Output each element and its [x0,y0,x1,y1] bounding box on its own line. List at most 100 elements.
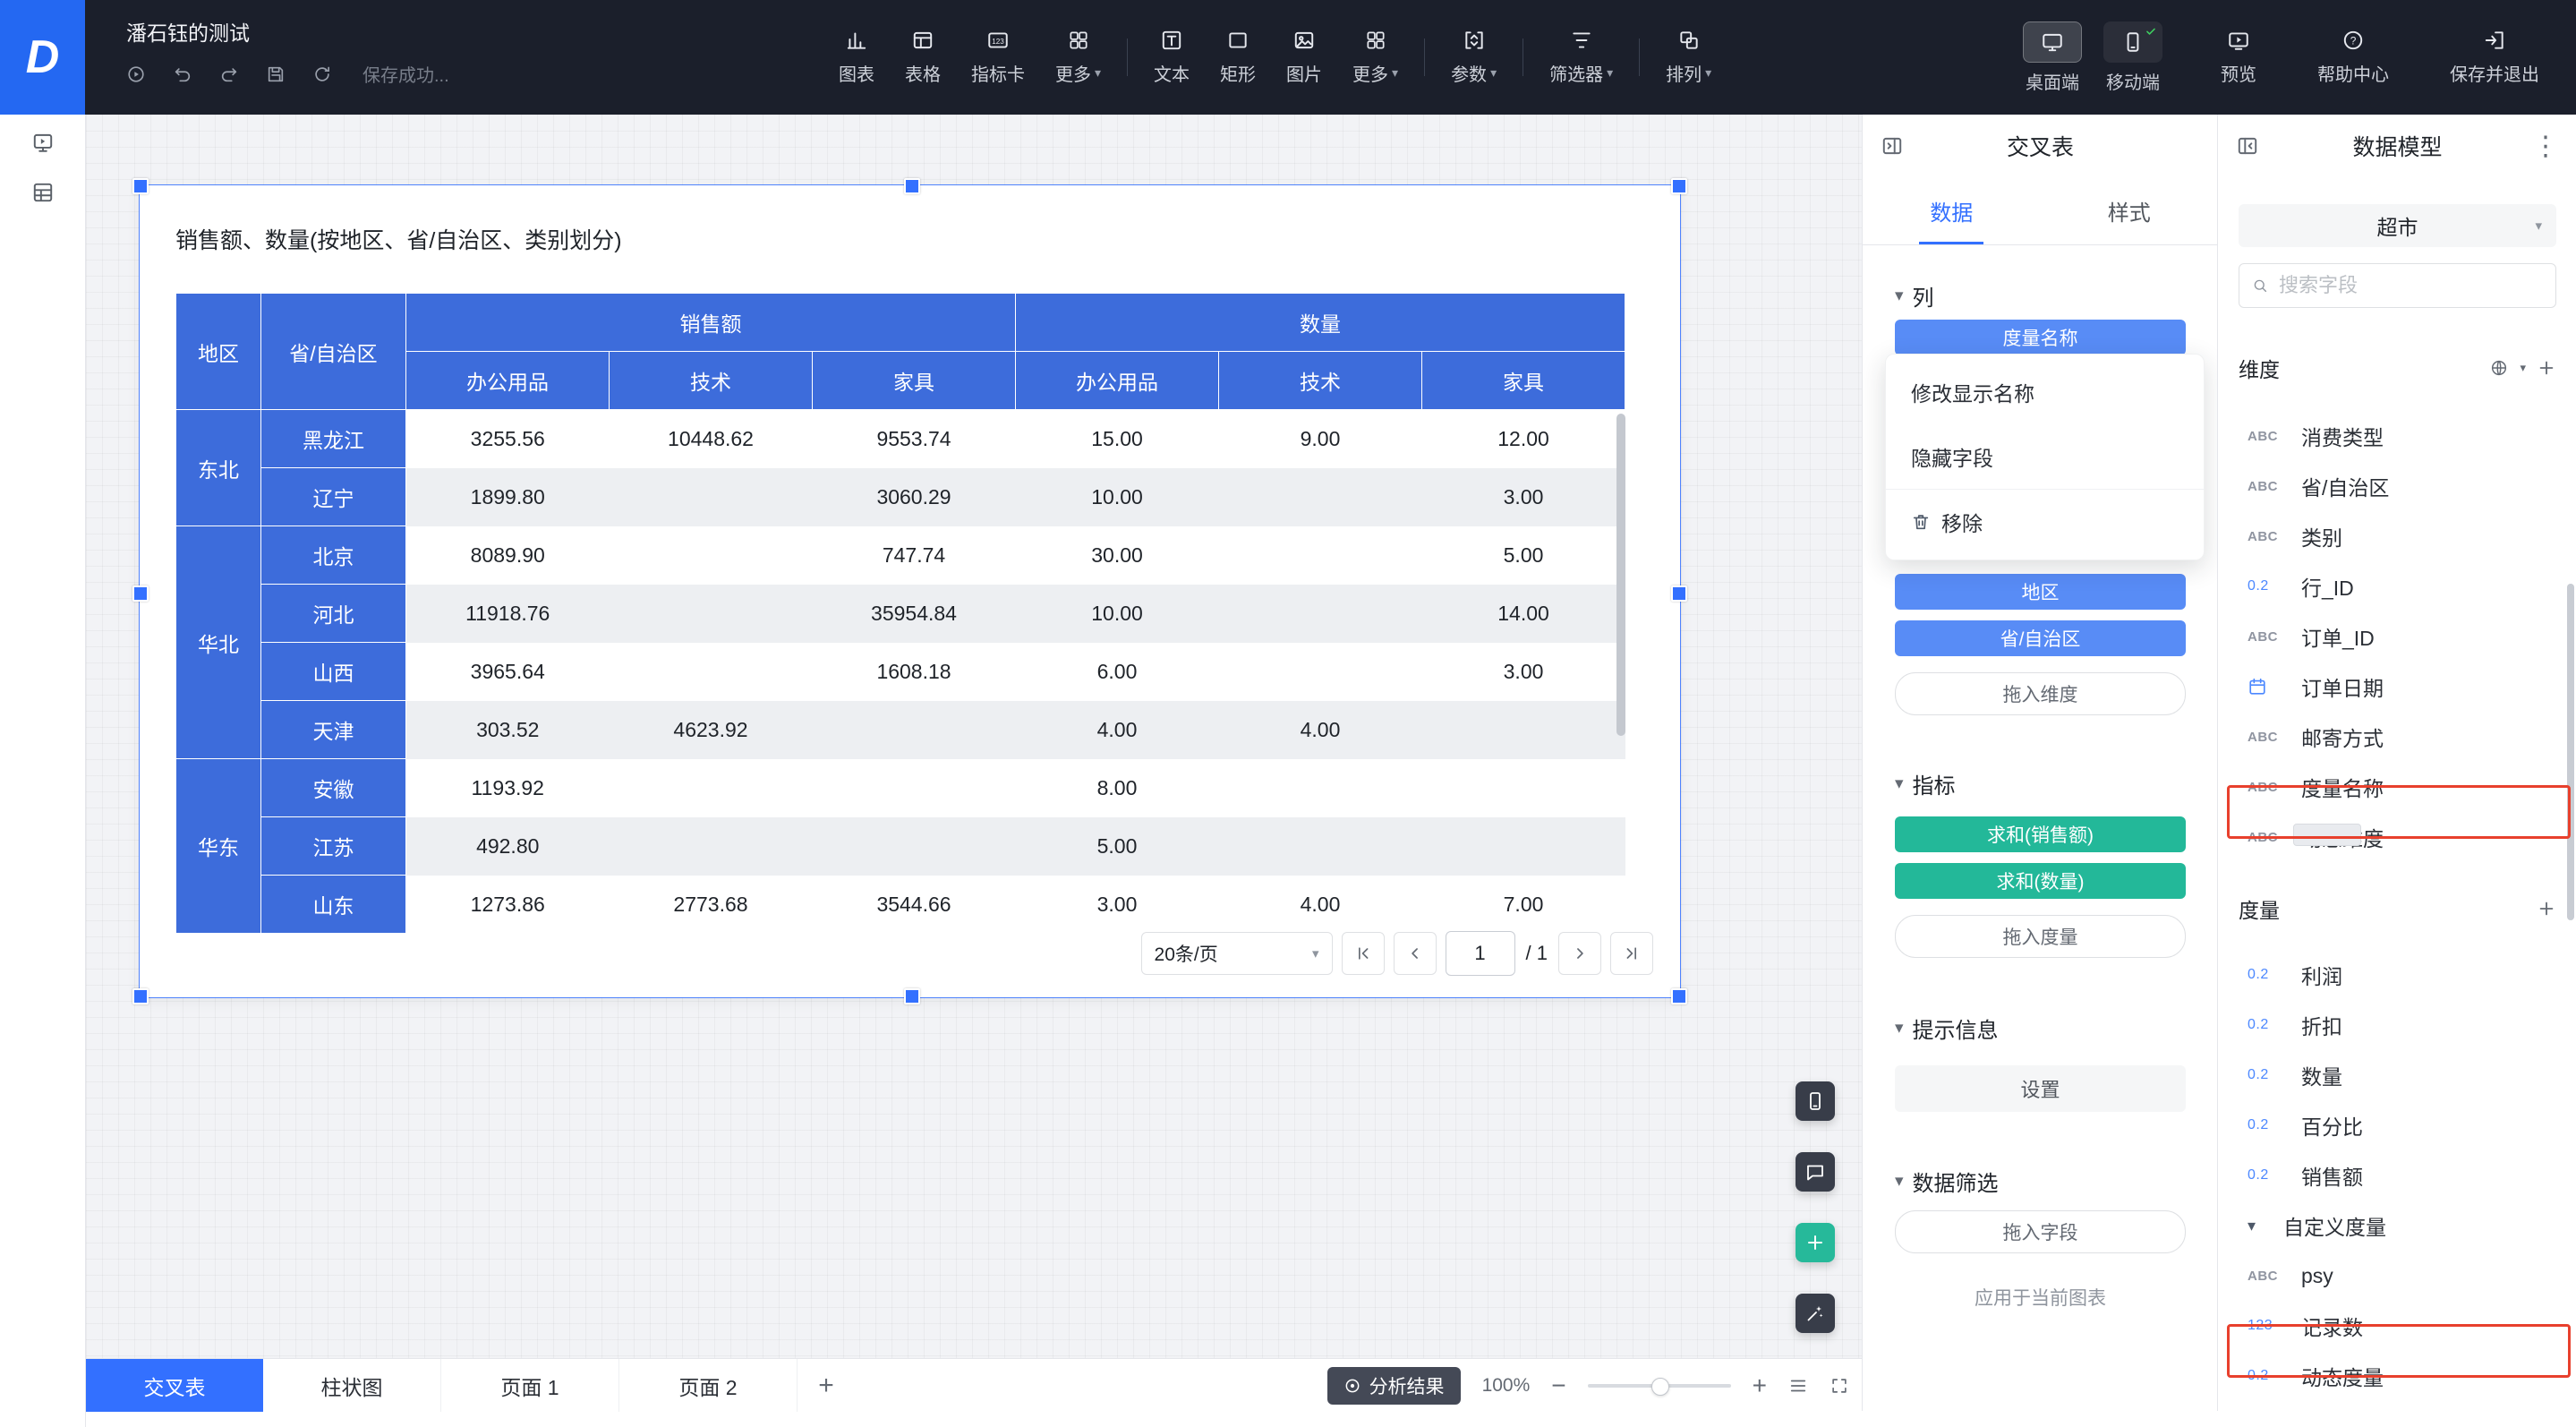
mobile-mode-button[interactable] [2103,21,2162,63]
dataset-select[interactable]: 超市 ▾ [2239,204,2556,247]
field-item[interactable]: ABC 省/自治区 [2239,461,2556,511]
section-columns[interactable]: ▾ 列 [1895,282,2186,309]
last-page-button[interactable] [1610,932,1653,975]
zoom-slider-knob[interactable] [1651,1378,1669,1396]
zoom-slider[interactable] [1588,1384,1731,1388]
analysis-result-button[interactable]: 分析结果 [1327,1367,1461,1405]
first-page-button[interactable] [1342,932,1385,975]
drop-measure-zone[interactable]: 拖入度量 [1895,915,2186,958]
run-icon[interactable] [126,64,146,84]
resize-handle[interactable] [904,988,920,1004]
expand-panel-icon[interactable] [2236,134,2259,158]
metric-pill-qty[interactable]: 求和(数量) [1895,863,2186,899]
insert-chart-button[interactable]: 图表 [823,29,890,86]
page-input[interactable] [1446,931,1515,976]
redo-icon[interactable] [219,64,239,84]
add-page-button[interactable]: + [798,1359,855,1412]
field-item[interactable]: 0.2 利润 [2239,950,2556,1000]
page-tab-page1[interactable]: 页面 1 [441,1359,619,1412]
tab-style[interactable]: 样式 [2041,177,2219,244]
field-item[interactable]: 订单日期 [2239,662,2556,712]
comment-button[interactable] [1796,1152,1835,1192]
section-data-filter[interactable]: ▾ 数据筛选 [1895,1167,2186,1194]
preview-button[interactable]: 预览 [2205,29,2272,86]
prev-page-button[interactable] [1394,932,1437,975]
globe-icon[interactable] [2489,358,2509,378]
field-item[interactable]: ABC psy [2239,1251,2556,1301]
field-item[interactable]: 0.2 数量 [2239,1050,2556,1100]
undo-icon[interactable] [173,64,192,84]
field-item[interactable]: 0.2 折扣 [2239,1000,2556,1050]
menu-item-remove[interactable]: 移除 [1886,490,2204,554]
insert-rectangle-button[interactable]: 矩形 [1205,29,1271,86]
add-dimension-icon[interactable] [2537,358,2556,378]
field-item-dynamic-dimension[interactable]: ABC 动态维度 [2239,812,2556,862]
refresh-icon[interactable] [312,64,332,84]
resize-handle[interactable] [904,178,920,194]
field-item[interactable]: ABC 度量名称 [2239,762,2556,812]
add-measure-icon[interactable] [2537,899,2556,919]
page-tab-barchart[interactable]: 柱状图 [263,1359,441,1412]
menu-item-hide[interactable]: 隐藏字段 [1886,424,2204,489]
add-widget-button[interactable] [1796,1223,1835,1262]
field-item[interactable]: ABC 邮寄方式 [2239,712,2556,762]
menu-item-rename[interactable]: 修改显示名称 [1886,360,2204,424]
params-button[interactable]: 参数▾ [1436,29,1512,86]
page-tab-crosstab[interactable]: 交叉表 [86,1359,263,1412]
insert-indicator-button[interactable]: 指标卡 [956,29,1040,86]
section-tooltip[interactable]: ▾ 提示信息 [1895,1014,2186,1041]
page-size-select[interactable]: 20条/页▾ [1141,932,1333,975]
resize-handle[interactable] [1671,585,1687,602]
drop-filter-field-zone[interactable]: 拖入字段 [1895,1210,2186,1253]
components-rail-icon[interactable] [31,181,55,204]
canvas[interactable]: 销售额、数量(按地区、省/自治区、类别划分) 地区 省/自治区 销售额 数量 办… [86,115,1862,1358]
ai-assistant-button[interactable] [1796,1294,1835,1333]
insert-more-charts-button[interactable]: 更多▾ [1040,29,1116,86]
field-item[interactable]: 0.2 百分比 [2239,1100,2556,1150]
search-input[interactable] [2277,273,2543,298]
chevron-down-icon[interactable]: ▾ [2520,361,2526,375]
page-tab-page2[interactable]: 页面 2 [619,1359,798,1412]
crosstab-widget[interactable]: 销售额、数量(按地区、省/自治区、类别划分) 地区 省/自治区 销售额 数量 办… [140,185,1680,997]
collapse-panel-icon[interactable] [1881,134,1904,158]
insert-more-media-button[interactable]: 更多▾ [1337,29,1413,86]
tab-data[interactable]: 数据 [1863,177,2041,244]
panel-scrollbar[interactable] [2567,584,2574,920]
arrange-button[interactable]: 排列▾ [1651,29,1727,86]
field-pill-region[interactable]: 地区 [1895,574,2186,610]
field-item[interactable]: ABC 消费类型 [2239,411,2556,461]
resize-handle[interactable] [132,178,149,194]
field-item[interactable]: 0.2 行_ID [2239,561,2556,611]
save-icon[interactable] [266,64,286,84]
insert-text-button[interactable]: 文本 [1139,29,1205,86]
kebab-menu-icon[interactable]: ⋮ [2532,131,2559,162]
fullscreen-icon[interactable] [1830,1376,1849,1396]
field-item[interactable]: 123 记录数 [2239,1301,2556,1351]
next-page-button[interactable] [1558,932,1601,975]
zoom-out-button[interactable]: − [1551,1373,1565,1398]
custom-measures-group[interactable]: ▾ 自定义度量 [2239,1201,2556,1251]
drop-dimension-zone[interactable]: 拖入维度 [1895,672,2186,715]
filter-button[interactable]: 筛选器▾ [1534,29,1628,86]
resize-handle[interactable] [132,988,149,1004]
field-item[interactable]: ABC 类别 [2239,511,2556,561]
field-item-dynamic-measure[interactable]: 0.2 动态度量 [2239,1351,2556,1401]
field-item[interactable]: ABC 订单_ID [2239,611,2556,662]
resize-handle[interactable] [1671,988,1687,1004]
table-scrollbar[interactable] [1616,414,1625,736]
field-pill-measure-name[interactable]: 度量名称 [1895,320,2186,355]
help-center-button[interactable]: 帮助中心 [2302,29,2404,86]
app-logo[interactable]: D [0,0,85,115]
resize-handle[interactable] [1671,178,1687,194]
zoom-in-button[interactable]: + [1753,1373,1767,1398]
section-metrics[interactable]: ▾ 指标 [1895,770,2186,797]
metric-pill-sales[interactable]: 求和(销售额) [1895,816,2186,852]
insert-table-button[interactable]: 表格 [890,29,956,86]
pages-rail-icon[interactable] [31,131,55,154]
layer-list-icon[interactable] [1788,1376,1808,1396]
mobile-preview-button[interactable] [1796,1081,1835,1121]
save-exit-button[interactable]: 保存并退出 [2435,29,2555,86]
field-item[interactable]: 0.2 销售额 [2239,1150,2556,1201]
tooltip-settings-button[interactable]: 设置 [1895,1065,2186,1112]
desktop-mode-button[interactable] [2023,21,2082,63]
